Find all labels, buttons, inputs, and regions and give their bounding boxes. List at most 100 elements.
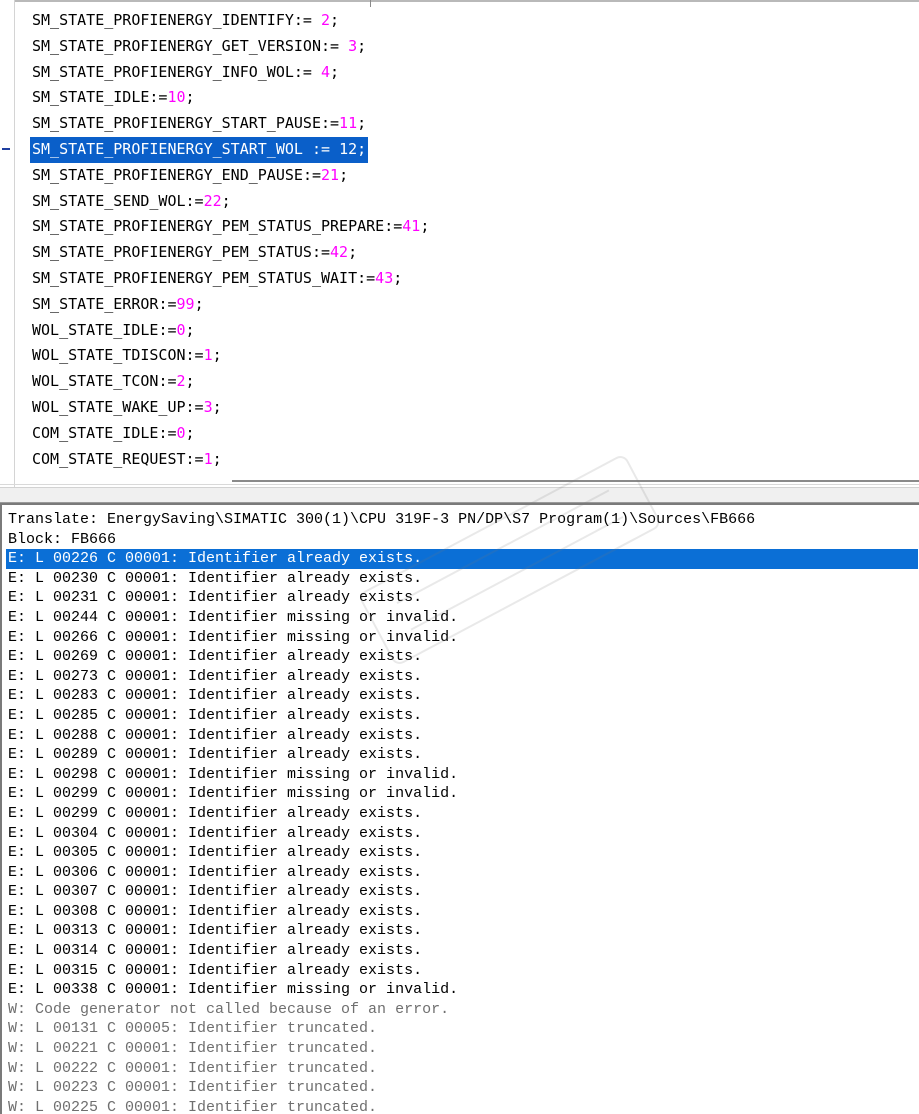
output-info-message[interactable]: Translate: EnergySaving\SIMATIC 300(1)\C… — [6, 510, 918, 530]
output-error-message[interactable]: E: L 00289 C 00001: Identifier already e… — [6, 745, 918, 765]
code-line-text: SM_STATE_IDLE:=10; — [30, 85, 197, 111]
identifier: SM_STATE_PROFIENERGY_PEM_STATUS_PREPARE — [32, 217, 385, 236]
code-line[interactable]: SM_STATE_PROFIENERGY_PEM_STATUS:=42; — [0, 240, 919, 266]
output-error-message[interactable]: E: L 00244 C 00001: Identifier missing o… — [6, 608, 918, 628]
identifier: COM_STATE_REQUEST — [32, 449, 186, 468]
output-error-message[interactable]: E: L 00314 C 00001: Identifier already e… — [6, 941, 918, 961]
constant-value: 1 — [203, 449, 213, 468]
identifier: WOL_STATE_IDLE — [32, 320, 159, 339]
statement-terminator: ; — [212, 346, 222, 365]
output-error-message[interactable]: E: L 00299 C 00001: Identifier missing o… — [6, 784, 918, 804]
constant-value: 43 — [375, 268, 394, 287]
output-error-message[interactable]: E: L 00298 C 00001: Identifier missing o… — [6, 765, 918, 785]
output-warning-message[interactable]: W: L 00225 C 00001: Identifier truncated… — [6, 1098, 918, 1114]
identifier: SM_STATE_PROFIENERGY_IDENTIFY — [32, 11, 294, 29]
assignment-operator: := — [302, 139, 340, 158]
editor-horizontal-scroll-line[interactable] — [232, 480, 919, 482]
output-error-message[interactable]: E: L 00273 C 00001: Identifier already e… — [6, 667, 918, 687]
code-line[interactable]: SM_STATE_PROFIENERGY_IDENTIFY:= 2; — [0, 8, 919, 34]
assignment-operator: := — [185, 191, 204, 210]
editor-top-border — [0, 0, 919, 2]
code-line[interactable]: COM_STATE_IDLE:=0; — [0, 421, 919, 447]
output-error-message[interactable]: E: L 00230 C 00001: Identifier already e… — [6, 569, 918, 589]
code-line-text: SM_STATE_PROFIENERGY_PEM_STATUS:=42; — [30, 240, 359, 266]
identifier: SM_STATE_PROFIENERGY_START_WOL — [32, 139, 303, 158]
identifier: SM_STATE_PROFIENERGY_START_PAUSE — [32, 114, 321, 133]
statement-terminator: ; — [357, 139, 367, 158]
output-error-message[interactable]: E: L 00285 C 00001: Identifier already e… — [6, 706, 918, 726]
constant-value: 2 — [321, 11, 331, 29]
output-error-message[interactable]: E: L 00306 C 00001: Identifier already e… — [6, 863, 918, 883]
code-line-text: COM_STATE_REQUEST:=1; — [30, 447, 224, 473]
code-line-text: WOL_STATE_WAKE_UP:=3; — [30, 395, 224, 421]
output-error-message[interactable]: E: L 00308 C 00001: Identifier already e… — [6, 902, 918, 922]
assignment-operator: := — [320, 36, 349, 55]
identifier: SM_STATE_ERROR — [32, 294, 159, 313]
output-error-message[interactable]: E: L 00231 C 00001: Identifier already e… — [6, 588, 918, 608]
assignment-operator: := — [320, 114, 340, 133]
output-warning-message[interactable]: W: Code generator not called because of … — [6, 1000, 918, 1020]
code-line-text: SM_STATE_ERROR:=99; — [30, 292, 206, 318]
code-line[interactable]: COM_STATE_REQUEST:=1; — [0, 447, 919, 473]
code-line[interactable]: SM_STATE_PROFIENERGY_PEM_STATUS_PREPARE:… — [0, 214, 919, 240]
statement-terminator: ; — [357, 114, 367, 133]
statement-terminator: ; — [339, 165, 349, 184]
code-line-text: SM_STATE_PROFIENERGY_PEM_STATUS_WAIT:=43… — [30, 266, 404, 292]
output-error-message[interactable]: E: L 00226 C 00001: Identifier already e… — [6, 549, 918, 569]
constant-value: 2 — [176, 372, 186, 391]
output-warning-message[interactable]: W: L 00223 C 00001: Identifier truncated… — [6, 1078, 918, 1098]
output-error-message[interactable]: E: L 00313 C 00001: Identifier already e… — [6, 921, 918, 941]
output-error-message[interactable]: E: L 00305 C 00001: Identifier already e… — [6, 843, 918, 863]
source-editor-pane[interactable]: SM_STATE_PROFIENERGY_IDENTIFY:= 2; SM_ST… — [0, 0, 919, 487]
output-warning-message[interactable]: W: L 00222 C 00001: Identifier truncated… — [6, 1059, 918, 1079]
output-error-message[interactable]: E: L 00315 C 00001: Identifier already e… — [6, 961, 918, 981]
identifier: SM_STATE_PROFIENERGY_PEM_STATUS — [32, 243, 312, 262]
code-line[interactable]: SM_STATE_PROFIENERGY_PEM_STATUS_WAIT:=43… — [0, 266, 919, 292]
statement-terminator: ; — [185, 88, 195, 107]
output-error-message[interactable]: E: L 00269 C 00001: Identifier already e… — [6, 647, 918, 667]
code-line[interactable]: WOL_STATE_IDLE:=0; — [0, 318, 919, 344]
code-line-text: SM_STATE_SEND_WOL:=22; — [30, 189, 233, 215]
code-line-selected[interactable]: SM_STATE_PROFIENERGY_START_WOL := 12; — [0, 136, 919, 163]
identifier: SM_STATE_PROFIENERGY_PEM_STATUS_WAIT — [32, 268, 358, 287]
constant-value: 0 — [176, 320, 186, 339]
statement-terminator: ; — [420, 217, 430, 236]
code-line[interactable]: SM_STATE_ERROR:=99; — [0, 292, 919, 318]
code-line[interactable]: SM_STATE_IDLE:=10; — [0, 85, 919, 111]
output-error-message[interactable]: E: L 00307 C 00001: Identifier already e… — [6, 882, 918, 902]
output-error-message[interactable]: E: L 00304 C 00001: Identifier already e… — [6, 824, 918, 844]
code-line[interactable]: WOL_STATE_TDISCON:=1; — [0, 343, 919, 369]
identifier: WOL_STATE_TDISCON — [32, 346, 186, 365]
constant-value: 10 — [167, 88, 186, 107]
output-warning-message[interactable]: W: L 00131 C 00005: Identifier truncated… — [6, 1019, 918, 1039]
assignment-operator: := — [158, 423, 177, 442]
output-error-message[interactable]: E: L 00338 C 00001: Identifier missing o… — [6, 980, 918, 1000]
code-line[interactable]: SM_STATE_PROFIENERGY_INFO_WOL:= 4; — [0, 60, 919, 86]
output-info-message[interactable]: Block: FB666 — [6, 530, 918, 550]
output-error-message[interactable]: E: L 00288 C 00001: Identifier already e… — [6, 726, 918, 746]
assignment-operator: := — [293, 62, 321, 81]
code-line[interactable]: SM_STATE_PROFIENERGY_END_PAUSE:=21; — [0, 163, 919, 189]
assignment-operator: := — [158, 320, 177, 339]
statement-terminator: ; — [330, 11, 340, 29]
code-line[interactable]: WOL_STATE_WAKE_UP:=3; — [0, 395, 919, 421]
compiler-output-pane[interactable]: Translate: EnergySaving\SIMATIC 300(1)\C… — [0, 503, 919, 1114]
pane-splitter[interactable] — [0, 487, 919, 503]
output-error-message[interactable]: E: L 00299 C 00001: Identifier already e… — [6, 804, 918, 824]
statement-terminator: ; — [393, 268, 403, 287]
identifier: COM_STATE_IDLE — [32, 423, 159, 442]
code-line-text: WOL_STATE_TCON:=2; — [30, 369, 197, 395]
output-warning-message[interactable]: W: L 00221 C 00001: Identifier truncated… — [6, 1039, 918, 1059]
code-line[interactable]: WOL_STATE_TCON:=2; — [0, 369, 919, 395]
statement-terminator: ; — [194, 294, 204, 313]
constant-value: 0 — [176, 423, 186, 442]
identifier: SM_STATE_PROFIENERGY_END_PAUSE — [32, 165, 303, 184]
code-line[interactable]: SM_STATE_PROFIENERGY_START_PAUSE:=11; — [0, 111, 919, 137]
code-line[interactable]: SM_STATE_SEND_WOL:=22; — [0, 189, 919, 215]
output-error-message[interactable]: E: L 00283 C 00001: Identifier already e… — [6, 686, 918, 706]
statement-terminator: ; — [348, 243, 358, 262]
constant-value: 3 — [348, 36, 358, 55]
code-line[interactable]: SM_STATE_PROFIENERGY_GET_VERSION:= 3; — [0, 34, 919, 60]
output-error-message[interactable]: E: L 00266 C 00001: Identifier missing o… — [6, 628, 918, 648]
constant-value: 1 — [203, 346, 213, 365]
